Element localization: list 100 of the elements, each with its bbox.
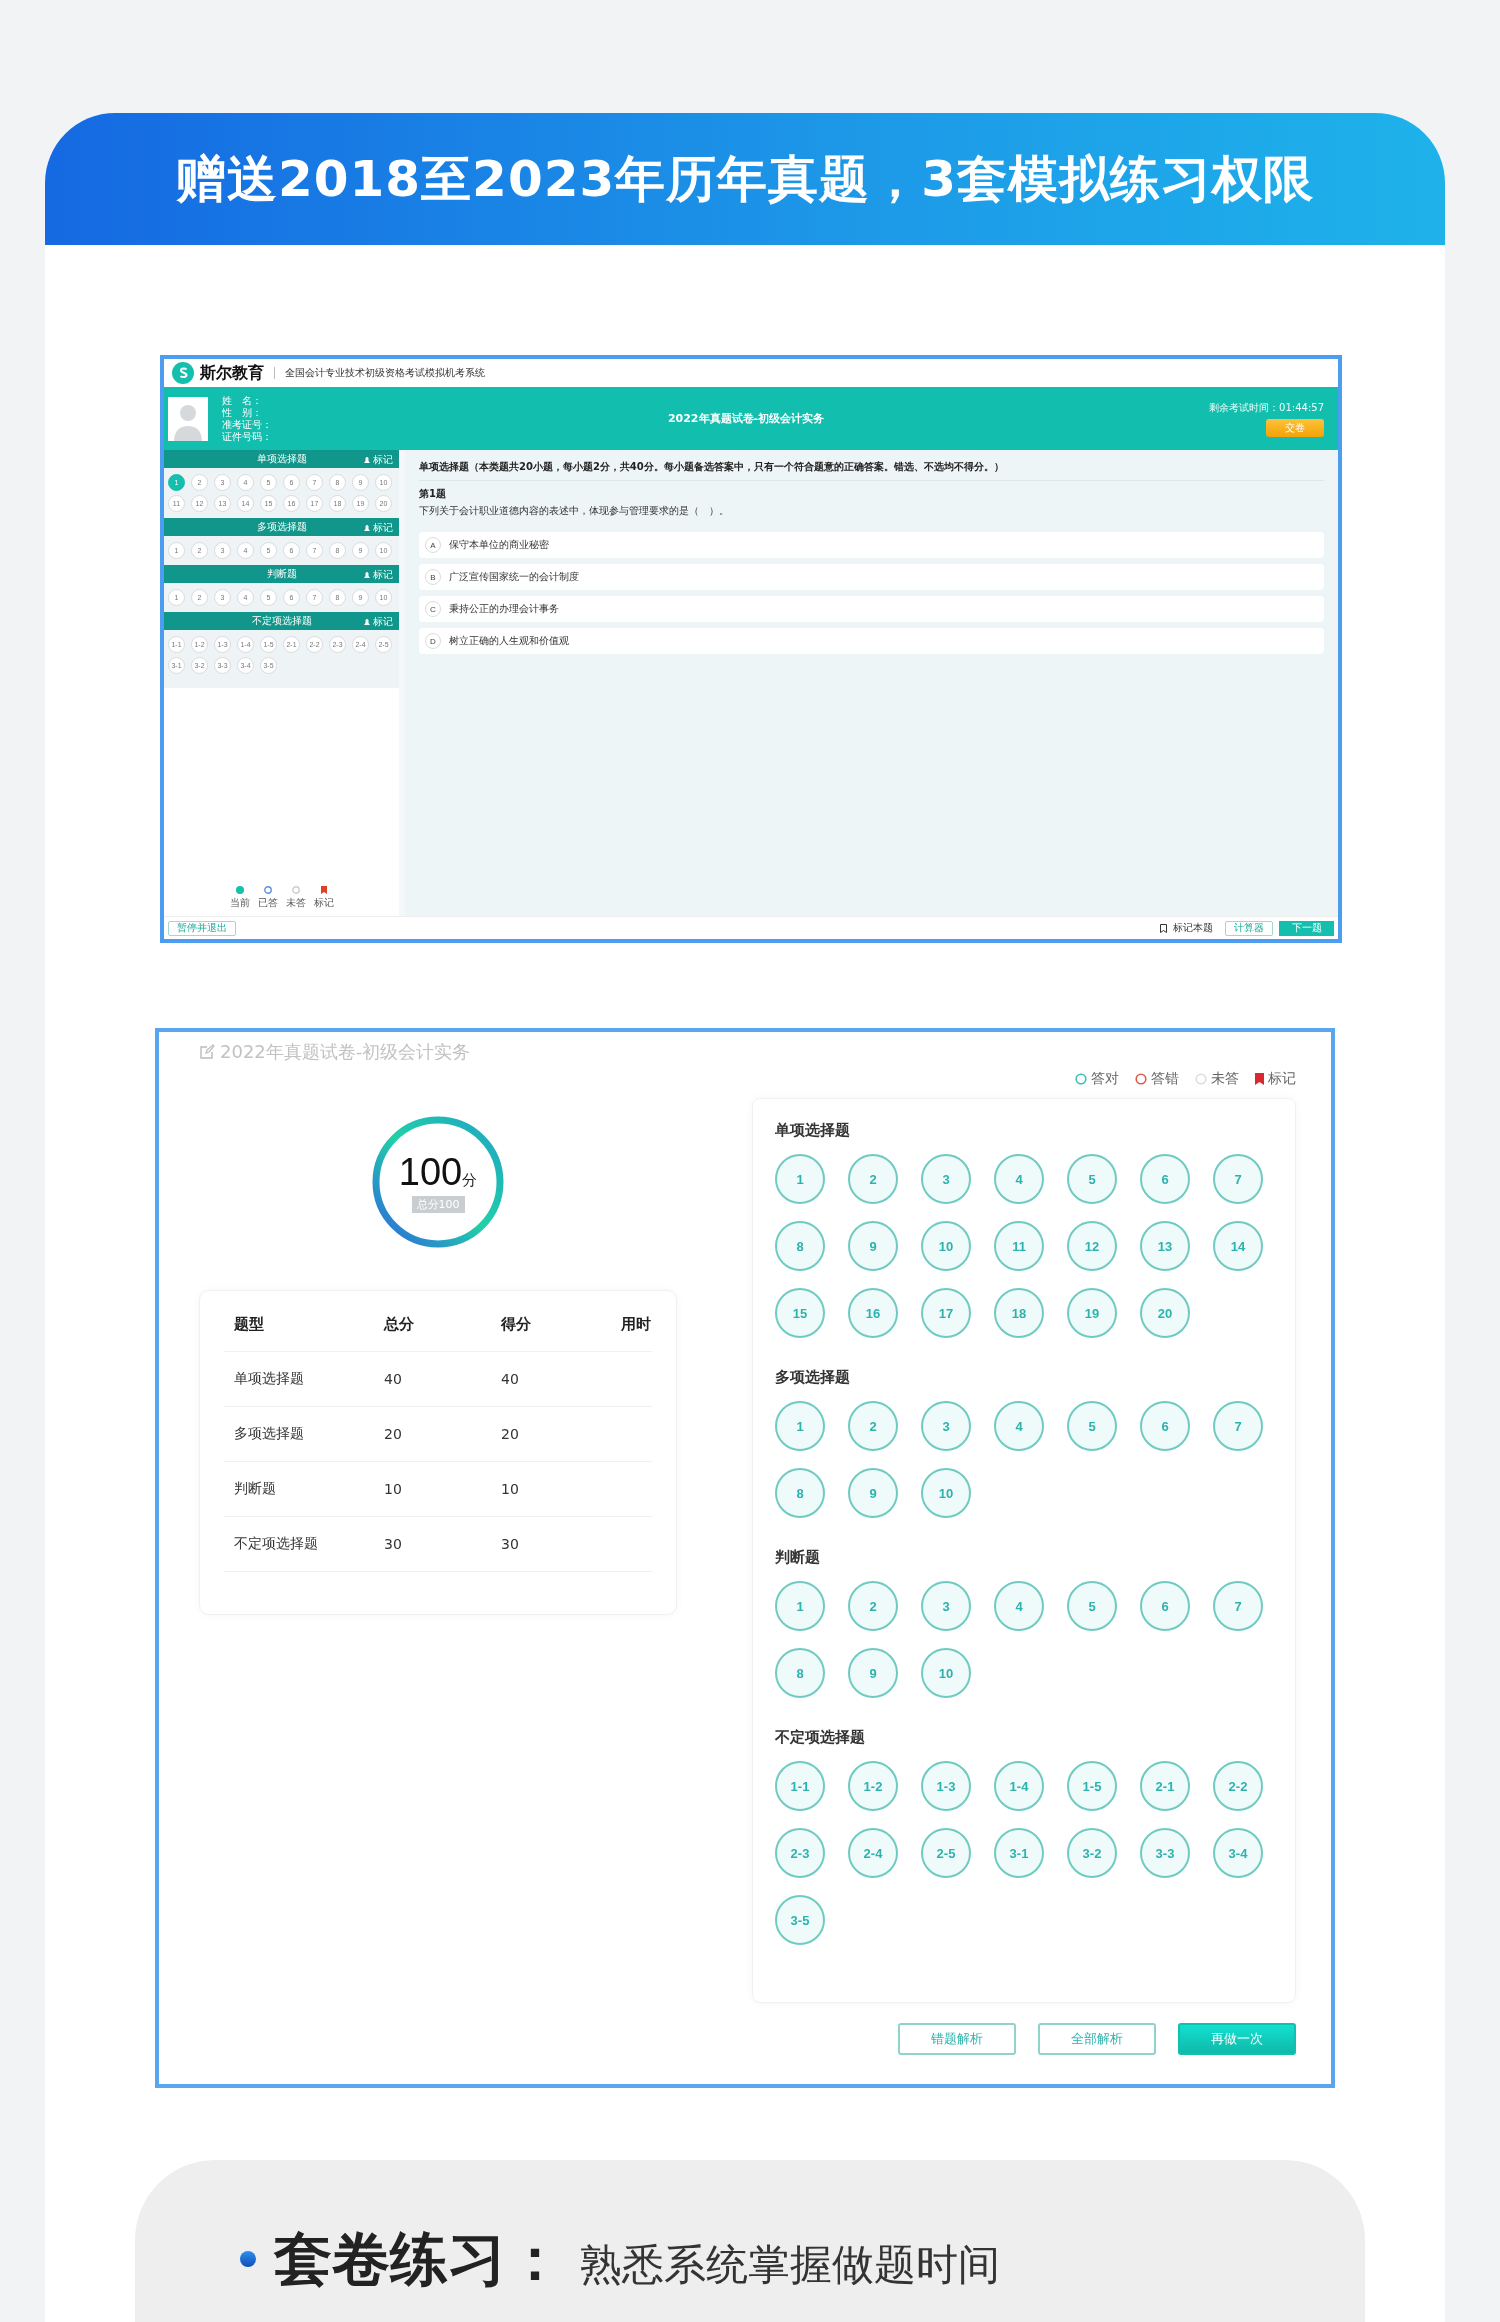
table-cell-text: 20 (501, 1426, 520, 1442)
mark-label[interactable]: 标记 (373, 568, 393, 582)
question-number[interactable]: 17 (921, 1288, 971, 1338)
question-number[interactable]: 14 (1213, 1221, 1263, 1271)
question-number[interactable]: 4 (994, 1401, 1044, 1451)
timer: 剩余考试时间：01:44:57 (1209, 400, 1324, 415)
question-number[interactable]: 20 (1140, 1288, 1190, 1338)
question-number[interactable]: 6 (1140, 1401, 1190, 1451)
question-number[interactable]: 2-2 (1213, 1761, 1263, 1811)
exit-button[interactable]: 暂停并退出 (168, 920, 236, 936)
question-number[interactable]: 3 (921, 1154, 971, 1204)
option-text: 广泛宣传国家统一的会计制度 (449, 570, 579, 584)
question-number[interactable]: 1-4 (994, 1761, 1044, 1811)
ring-icon (1075, 1073, 1087, 1085)
question-number[interactable]: 10 (921, 1221, 971, 1271)
question-number[interactable]: 18 (994, 1288, 1044, 1338)
table-cell-text: 40 (501, 1371, 520, 1387)
ring-icon (1135, 1073, 1147, 1085)
question-number[interactable]: 5 (1067, 1401, 1117, 1451)
next-button[interactable]: 下一题 (1279, 920, 1334, 936)
question-number[interactable]: 16 (848, 1288, 898, 1338)
table-cell-text: 40 (384, 1371, 403, 1387)
question-number[interactable]: 2-5 (921, 1828, 971, 1878)
question-number[interactable]: 2-1 (1140, 1761, 1190, 1811)
user-field-label: 证件号码： (222, 430, 272, 443)
question-number[interactable]: 15 (775, 1288, 825, 1338)
exam-title: 2022年真题试卷-初级会计实务 (666, 411, 826, 426)
question-number[interactable]: 12 (1067, 1221, 1117, 1271)
legend-label: 答对 (1091, 1070, 1119, 1088)
question-number[interactable]: 8 (775, 1648, 825, 1698)
question-number[interactable]: 2 (848, 1401, 898, 1451)
question-number[interactable]: 9 (848, 1468, 898, 1518)
mark-label[interactable]: 标记 (373, 615, 393, 629)
action-button[interactable]: 全部解析 (1038, 2023, 1156, 2055)
question-number[interactable]: 1-2 (848, 1761, 898, 1811)
question-number[interactable]: 9 (848, 1221, 898, 1271)
mark-question-button[interactable]: 标记本题 (1173, 921, 1219, 935)
mark-label[interactable]: 标记 (373, 453, 393, 467)
question-number[interactable]: 1 (775, 1581, 825, 1631)
question-number[interactable]: 5 (1067, 1581, 1117, 1631)
question-number[interactable]: 2 (848, 1154, 898, 1204)
question-number[interactable]: 2 (848, 1581, 898, 1631)
question-number[interactable]: 1 (775, 1154, 825, 1204)
action-button[interactable]: 再做一次 (1178, 2023, 1296, 2055)
section-title: 不定项选择题 (775, 1728, 866, 1747)
question-number[interactable]: 3-2 (1067, 1828, 1117, 1878)
question-number[interactable]: 3-1 (994, 1828, 1044, 1878)
question-number[interactable]: 7 (1213, 1154, 1263, 1204)
question-number[interactable]: 7 (1213, 1581, 1263, 1631)
question-number[interactable]: 3 (921, 1581, 971, 1631)
question-number[interactable]: 8 (775, 1221, 825, 1271)
column-header: 题型 (234, 1314, 265, 1334)
option-text: 树立正确的人生观和价值观 (449, 634, 569, 648)
question-number[interactable]: 11 (994, 1221, 1044, 1271)
system-name: 全国会计专业技术初级资格考试模拟机考系统 (285, 366, 485, 380)
question-number[interactable]: 8 (775, 1468, 825, 1518)
answer-option[interactable]: C 秉持公正的办理会计事务 (419, 596, 1324, 622)
column-header: 得分 (501, 1314, 532, 1334)
question-number[interactable]: 3-5 (775, 1895, 825, 1945)
action-button[interactable]: 错题解析 (898, 2023, 1016, 2055)
ring-icon (1195, 1073, 1207, 1085)
answer-option[interactable]: B 广泛宣传国家统一的会计制度 (419, 564, 1324, 590)
question-number[interactable]: 19 (1067, 1288, 1117, 1338)
section-title: 不定项选择题 (251, 614, 312, 628)
section-title: 单项选择题 (775, 1121, 851, 1140)
question-number[interactable]: 7 (1213, 1401, 1263, 1451)
question-number[interactable]: 6 (1140, 1581, 1190, 1631)
question-text: 下列关于会计职业道德内容的表述中，体现参与管理要求的是（ ）。 (419, 504, 729, 518)
question-number[interactable]: 3-3 (1140, 1828, 1190, 1878)
mark-label[interactable]: 标记 (373, 521, 393, 535)
question-number[interactable]: 2-4 (848, 1828, 898, 1878)
legend-label: 未答 (285, 896, 306, 910)
answer-option[interactable]: A 保守本单位的商业秘密 (419, 532, 1324, 558)
question-number[interactable]: 13 (1140, 1221, 1190, 1271)
calculator-button[interactable]: 计算器 (1225, 920, 1273, 936)
score-value: 100 (398, 1151, 463, 1194)
column-header: 总分 (384, 1314, 415, 1334)
question-number[interactable]: 2-3 (775, 1828, 825, 1878)
section-instructions: 单项选择题（本类题共20小题，每小题2分，共40分。每小题备选答案中，只有一个符合题意的正确答案。错选、不选均不得分。） (419, 460, 1004, 474)
section-title: 多项选择题 (256, 520, 307, 534)
question-number[interactable]: 1-5 (1067, 1761, 1117, 1811)
question-number[interactable]: 9 (848, 1648, 898, 1698)
question-number[interactable]: 1-3 (921, 1761, 971, 1811)
table-cell-text: 不定项选择题 (234, 1535, 319, 1553)
question-number[interactable]: 3-4 (1213, 1828, 1263, 1878)
answer-option[interactable]: D 树立正确的人生观和价值观 (419, 628, 1324, 654)
question-number[interactable]: 4 (994, 1154, 1044, 1204)
question-number[interactable]: 5 (1067, 1154, 1117, 1204)
table-cell-text: 30 (384, 1536, 403, 1552)
question-number[interactable]: 6 (1140, 1154, 1190, 1204)
question-number[interactable]: 4 (994, 1581, 1044, 1631)
question-number[interactable]: 1 (775, 1401, 825, 1451)
question-number[interactable]: 1-1 (775, 1761, 825, 1811)
submit-button[interactable]: 交卷 (1266, 418, 1324, 437)
section-title: 多项选择题 (775, 1368, 851, 1387)
question-number[interactable]: 3 (921, 1401, 971, 1451)
user-field-label: 性 别： (222, 406, 263, 419)
question-number[interactable]: 10 (921, 1648, 971, 1698)
question-number[interactable]: 10 (921, 1468, 971, 1518)
bookmark-icon (1160, 923, 1167, 933)
